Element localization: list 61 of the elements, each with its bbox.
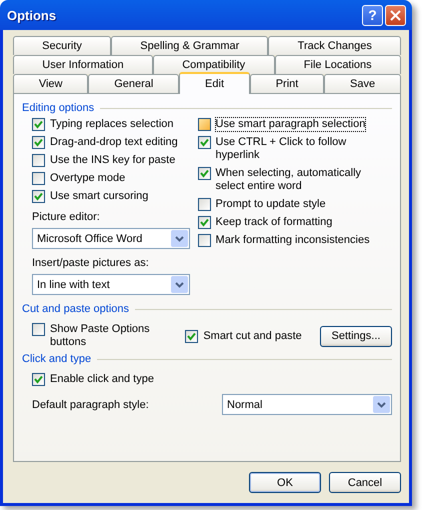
tab[interactable]: Spelling & Grammar	[111, 36, 268, 55]
checkbox-label[interactable]: Drag-and-drop text editing	[50, 136, 178, 149]
dialog-button[interactable]: Cancel	[329, 472, 401, 493]
tab[interactable]: Track Changes	[268, 36, 402, 55]
settings-button[interactable]: Settings...	[320, 326, 392, 346]
checkbox-label[interactable]: When selecting, automatically select entire word	[216, 167, 392, 193]
checkbox[interactable]	[185, 330, 198, 342]
checkbox-label[interactable]: Use CTRL + Click to follow hyperlink	[216, 136, 392, 162]
check-icon	[200, 218, 209, 227]
close-icon	[390, 10, 401, 20]
checkbox-label[interactable]: Typing replaces selection	[50, 118, 174, 131]
checkbox[interactable]	[198, 118, 211, 131]
check-icon	[187, 332, 196, 340]
tab[interactable]: Compatibility	[152, 55, 274, 74]
tab[interactable]: Save	[324, 74, 401, 93]
check-icon	[200, 169, 209, 178]
checkbox[interactable]	[32, 154, 45, 167]
checkbox-label[interactable]: Mark formatting inconsistencies	[216, 234, 370, 247]
dropdown[interactable]: Normal	[222, 394, 392, 415]
field-label: Default paragraph style:	[32, 398, 150, 410]
check-icon	[34, 192, 43, 201]
section-heading: Cut and paste options	[22, 303, 130, 315]
checkbox[interactable]	[32, 118, 45, 131]
section-heading: Click and type	[22, 353, 92, 365]
checkbox[interactable]	[198, 136, 211, 149]
tab[interactable]: File Locations	[274, 55, 401, 74]
checkbox-label[interactable]: Use smart cursoring	[50, 190, 148, 203]
window-title: Options	[7, 8, 58, 22]
checkbox[interactable]	[198, 167, 211, 180]
checkbox[interactable]	[198, 216, 211, 229]
checkbox[interactable]	[198, 198, 211, 211]
checkbox-label[interactable]: Use the INS key for paste	[50, 154, 176, 167]
checkbox[interactable]	[32, 323, 45, 336]
checkbox[interactable]	[32, 190, 45, 203]
tab[interactable]: General	[88, 74, 180, 93]
checkbox-label[interactable]: Use smart paragraph selection	[216, 118, 366, 131]
checkbox-label[interactable]: Enable click and type	[50, 373, 154, 386]
checkbox[interactable]	[32, 136, 45, 149]
checkbox[interactable]	[32, 373, 45, 386]
help-button[interactable]: ?	[362, 4, 383, 26]
dropdown[interactable]: In line with text	[32, 274, 190, 295]
tab[interactable]: User Information	[13, 55, 153, 74]
dialog-button[interactable]: OK	[249, 472, 321, 493]
tab[interactable]: Print	[250, 74, 324, 93]
checkbox-label[interactable]: Show Paste Options buttons	[50, 323, 176, 349]
checkbox[interactable]	[32, 172, 45, 185]
check-icon	[34, 375, 43, 384]
checkbox-label[interactable]: Prompt to update style	[216, 198, 326, 211]
close-button[interactable]	[385, 4, 406, 26]
field-label: Picture editor:	[32, 211, 101, 223]
field-label: Insert/paste pictures as:	[32, 257, 150, 269]
dropdown[interactable]: Microsoft Office Word	[32, 228, 190, 249]
checkbox[interactable]	[198, 234, 211, 247]
check-icon	[200, 138, 209, 147]
checkbox-label[interactable]: Overtype mode	[50, 172, 126, 185]
tab[interactable]: Edit	[179, 72, 250, 94]
tab[interactable]: Security	[13, 36, 112, 55]
tab[interactable]: View	[13, 74, 88, 93]
checkbox-label[interactable]: Smart cut and paste	[203, 330, 302, 342]
checkbox-label[interactable]: Keep track of formatting	[216, 216, 332, 229]
section-heading: Editing options	[22, 102, 94, 114]
